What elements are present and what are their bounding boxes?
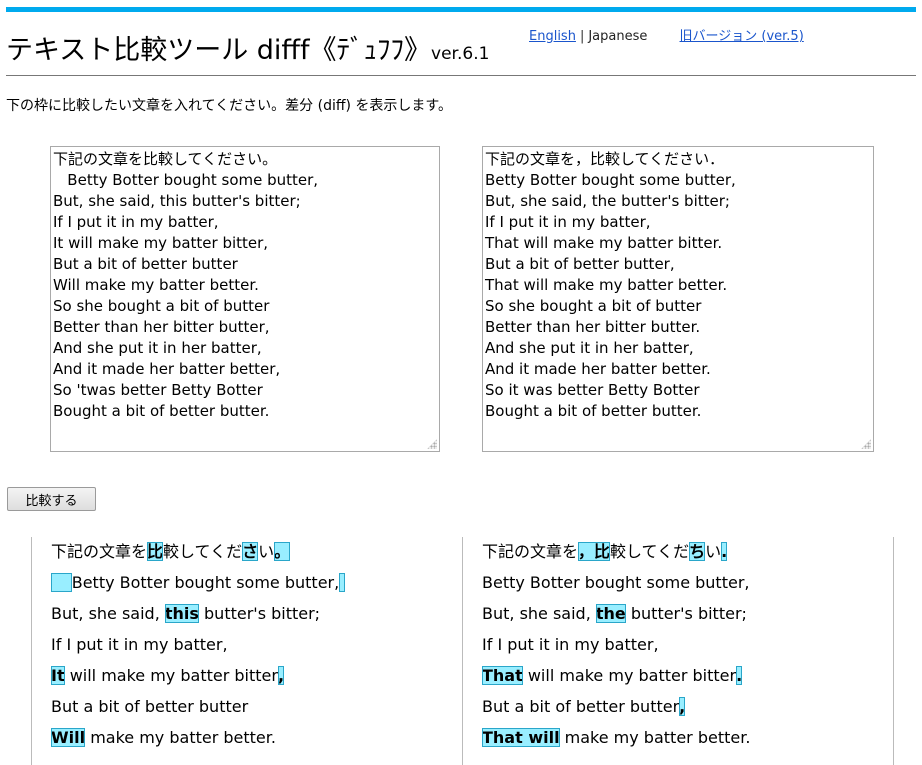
diff-text: But a bit of better butter xyxy=(51,697,249,716)
diff-highlight: . xyxy=(721,542,728,561)
header-divider xyxy=(6,75,916,76)
old-version-link[interactable]: 旧バージョン (ver.5) xyxy=(680,29,804,44)
diff-text: Betty Botter bought some butter, xyxy=(71,573,340,592)
diff-line: If I put it in my batter, xyxy=(482,629,882,660)
lang-separator: | xyxy=(579,29,585,44)
diff-text: If I put it in my batter, xyxy=(482,635,659,654)
right-text-input[interactable]: 下記の文章を，比較してください． Betty Botter bought som… xyxy=(482,146,874,452)
diff-line: Betty Botter bought some butter, xyxy=(51,567,451,598)
diff-line: Will make my batter better. xyxy=(51,722,451,753)
intro-text: 下の枠に比較したい文章を入れてください。差分 (diff) を表示します。 xyxy=(6,98,453,114)
page-title: テキスト比較ツール difff《ﾃﾞｭﾌﾌ》ver.6.1 xyxy=(6,30,489,72)
diff-text: butter's bitter; xyxy=(625,604,747,623)
diff-highlight: 比 xyxy=(147,542,164,561)
diff-text: butter's bitter; xyxy=(198,604,321,623)
diff-text: make my batter better. xyxy=(85,728,276,747)
page-title-main: テキスト比較ツール difff《ﾃﾞｭﾌﾌ》 xyxy=(6,35,432,66)
language-nav: English | Japanese 旧バージョン (ver.5) xyxy=(529,25,804,44)
diff-text: If I put it in my batter, xyxy=(51,635,228,654)
diff-text: 較してくだ xyxy=(610,542,690,561)
diff-line: But, she said, the butter's bitter; xyxy=(482,598,882,629)
page-title-version: ver.6.1 xyxy=(431,44,490,64)
diff-line: It will make my batter bitter, xyxy=(51,660,451,691)
diff-line: That will make my batter bitter. xyxy=(482,660,882,691)
lang-english-link[interactable]: English xyxy=(529,29,576,44)
diff-text: will make my batter bitter xyxy=(522,666,737,685)
left-text-input[interactable]: 下記の文章を比較してください。 Betty Botter bought some… xyxy=(50,146,440,452)
diff-line: That will make my batter better. xyxy=(482,722,882,753)
diff-highlight: That xyxy=(482,666,523,685)
diff-center-border xyxy=(462,537,463,765)
diff-text: 下記の文章を xyxy=(482,542,579,561)
diff-highlight: , xyxy=(277,666,285,685)
lang-japanese-current: Japanese xyxy=(588,29,648,44)
diff-text: will make my batter bitter xyxy=(64,666,278,685)
diff-text: But, she said, xyxy=(482,604,596,623)
top-accent-bar xyxy=(6,7,916,12)
diff-text: make my batter better. xyxy=(559,728,751,747)
diff-line: 下記の文章を比較してください。 xyxy=(51,536,451,567)
diff-highlight: That will xyxy=(482,728,560,747)
diff-highlight: ち xyxy=(689,542,706,561)
diff-left-border xyxy=(31,537,32,765)
diff-highlight: It xyxy=(51,666,65,685)
diff-highlight: the xyxy=(595,604,626,623)
diff-line: But a bit of better butter, xyxy=(482,691,882,722)
diff-result-right: 下記の文章を，比較してくだちい. Betty Botter bought som… xyxy=(482,536,882,753)
diff-line: If I put it in my batter, xyxy=(51,629,451,660)
diff-line: But a bit of better butter xyxy=(51,691,451,722)
diff-highlight-whitespace xyxy=(339,573,345,592)
diff-line: Betty Botter bought some butter, xyxy=(482,567,882,598)
diff-right-border xyxy=(893,537,894,765)
diff-highlight: Will xyxy=(51,728,86,747)
diff-text: 較してくだ xyxy=(163,542,243,561)
diff-text: い xyxy=(258,542,275,561)
diff-text: Betty Botter bought some butter, xyxy=(482,573,750,592)
diff-text: い xyxy=(705,542,722,561)
compare-button[interactable]: 比較する xyxy=(7,487,96,511)
diff-result-left: 下記の文章を比較してください。 Betty Botter bought some… xyxy=(51,536,451,753)
diff-highlight: さ xyxy=(242,542,259,561)
diff-line: But, she said, this butter's bitter; xyxy=(51,598,451,629)
diff-text: But a bit of better butter xyxy=(482,697,680,716)
diff-highlight-whitespace xyxy=(51,573,72,592)
diff-highlight: ，比 xyxy=(578,542,611,561)
diff-highlight: this xyxy=(164,604,199,623)
diff-highlight: 。 xyxy=(274,542,291,561)
diff-text: 下記の文章を xyxy=(51,542,148,561)
diff-text: But, she said, xyxy=(51,604,165,623)
diff-highlight: . xyxy=(736,666,743,685)
diff-line: 下記の文章を，比較してくだちい. xyxy=(482,536,882,567)
diff-highlight: , xyxy=(679,697,686,716)
